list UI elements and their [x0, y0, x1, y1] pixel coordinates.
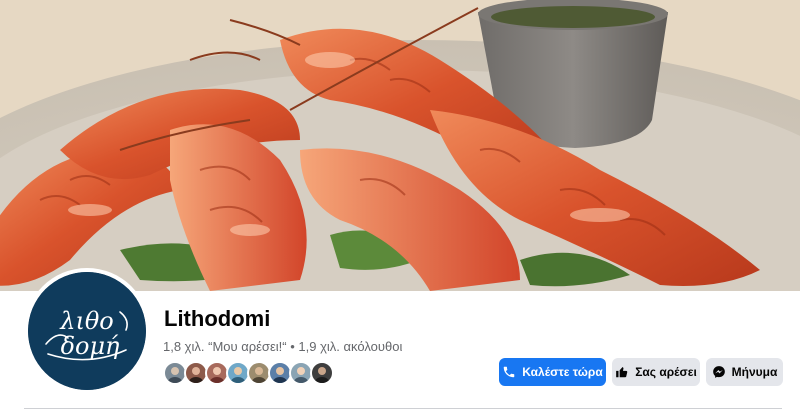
message-label: Μήνυμα: [731, 365, 778, 379]
thumbs-up-icon: [616, 367, 628, 378]
lithodomi-logo: λιθο δομή: [28, 272, 146, 390]
messenger-icon: [712, 366, 725, 378]
friends-who-like[interactable]: [163, 361, 334, 385]
page-avatar[interactable]: λιθο δομή: [24, 268, 150, 394]
message-button[interactable]: Μήνυμα: [706, 358, 783, 386]
likes-count[interactable]: 1,8 χιλ. “Μου αρέσει!“: [163, 339, 287, 354]
call-now-button[interactable]: Καλέστε τώρα: [499, 358, 606, 386]
header-divider: [24, 408, 782, 409]
like-label: Σας αρέσει: [635, 365, 697, 379]
friend-avatar[interactable]: [310, 361, 334, 385]
followers-count[interactable]: 1,9 χιλ. ακόλουθοι: [298, 339, 402, 354]
logo-mark: λιθο δομή: [28, 272, 146, 390]
page-title[interactable]: Lithodomi: [164, 306, 270, 332]
logo-text-line1: λιθο: [59, 307, 114, 335]
cover-photo-image: [0, 0, 800, 291]
call-now-label: Καλέστε τώρα: [522, 365, 603, 379]
stats-separator: •: [290, 339, 295, 354]
like-button[interactable]: Σας αρέσει: [612, 358, 700, 386]
phone-icon: [504, 366, 515, 378]
logo-text-line2: δομή: [61, 332, 120, 360]
page-stats: 1,8 χιλ. “Μου αρέσει!“ • 1,9 χιλ. ακόλου…: [163, 339, 402, 354]
cover-photo[interactable]: [0, 0, 800, 291]
